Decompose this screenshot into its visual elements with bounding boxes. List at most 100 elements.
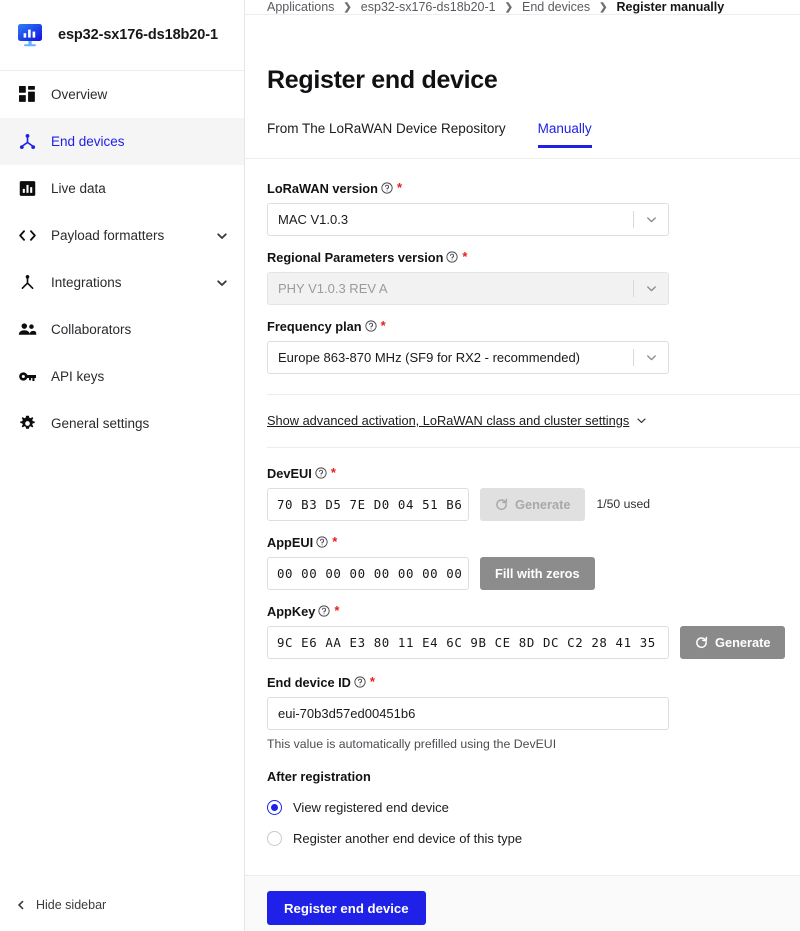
field-label: LoRaWAN version * (267, 181, 800, 196)
question-circle-icon[interactable] (316, 536, 328, 548)
sidebar-item-label: Live data (51, 181, 106, 196)
dev-eui-generate-label: Generate (515, 496, 571, 512)
sidebar-item-end-devices[interactable]: End devices (0, 118, 244, 165)
sidebar-item-label: End devices (51, 134, 125, 149)
question-circle-icon[interactable] (354, 676, 366, 688)
lorawan-version-select[interactable]: MAC V1.0.3 (267, 202, 669, 236)
radio-label: Register another end device of this type (293, 831, 523, 847)
app-key-value: 9C E6 AA E3 80 11 E4 6C 9B CE 8D DC C2 2… (277, 634, 656, 650)
radio-register-another-end-device[interactable]: Register another end device of this type (267, 826, 800, 852)
field-after-registration: After registration View registered end d… (267, 769, 800, 852)
app-key-input[interactable]: 9C E6 AA E3 80 11 E4 6C 9B CE 8D DC C2 2… (267, 625, 669, 659)
end-device-id-value: eui-70b3d57ed00451b6 (278, 705, 416, 721)
tab-bar: From The LoRaWAN Device Repository Manua… (245, 121, 800, 159)
dev-eui-input[interactable]: 70 B3 D5 7E D0 04 51 B6 (267, 487, 469, 521)
tab-label: Manually (537, 120, 592, 136)
breadcrumb-item-end-devices[interactable]: End devices (522, 0, 590, 14)
sidebar-item-label: API keys (51, 369, 105, 384)
sidebar-item-label: Integrations (51, 275, 122, 290)
app-name: esp32-sx176-ds18b20-1 (58, 27, 218, 43)
sidebar-item-api-keys[interactable]: API keys (0, 353, 244, 400)
sidebar-item-label: General settings (51, 416, 150, 431)
question-circle-icon[interactable] (318, 605, 330, 617)
chevron-down-icon (634, 204, 668, 235)
field-regional-parameters-version: Regional Parameters version * PHY V1.0.3… (267, 250, 800, 305)
app-eui-fill-label: Fill with zeros (495, 565, 580, 581)
field-label: Regional Parameters version * (267, 250, 800, 265)
app-eui-fill-with-zeros-button[interactable]: Fill with zeros (480, 556, 595, 590)
dashboard-grid-icon (18, 85, 37, 104)
question-circle-icon[interactable] (315, 467, 327, 479)
field-label: Frequency plan * (267, 319, 800, 334)
select-value: MAC V1.0.3 (278, 211, 349, 227)
app-key-row: 9C E6 AA E3 80 11 E4 6C 9B CE 8D DC C2 2… (267, 625, 800, 659)
sidebar-item-collaborators[interactable]: Collaborators (0, 306, 244, 353)
sidebar-item-integrations[interactable]: Integrations (0, 259, 244, 306)
sidebar-item-live-data[interactable]: Live data (0, 165, 244, 212)
question-circle-icon[interactable] (446, 251, 459, 263)
integrations-node-icon (18, 273, 37, 292)
select-value: Europe 863-870 MHz (SF9 for RX2 - recomm… (278, 349, 581, 365)
question-circle-icon[interactable] (364, 320, 377, 332)
frequency-plan-select[interactable]: Europe 863-870 MHz (SF9 for RX2 - recomm… (267, 340, 669, 374)
chevron-down-icon[interactable] (216, 230, 228, 242)
key-icon (18, 367, 37, 386)
dev-eui-row: 70 B3 D5 7E D0 04 51 B6 Generate 1/50 us… (267, 487, 800, 521)
monitor-chart-icon (16, 21, 44, 49)
sidebar-item-overview[interactable]: Overview (0, 71, 244, 118)
submit-bar: Register end device (245, 874, 800, 931)
gear-icon (18, 414, 37, 433)
chevron-left-icon (16, 900, 26, 910)
hide-sidebar-label: Hide sidebar (36, 898, 107, 912)
tab-device-repository[interactable]: From The LoRaWAN Device Repository (267, 121, 522, 147)
breadcrumb-item-applications[interactable]: Applications (267, 0, 334, 14)
tab-manually[interactable]: Manually (522, 120, 608, 148)
sidebar-item-general-settings[interactable]: General settings (0, 400, 244, 447)
page-title: Register end device (267, 65, 498, 94)
register-end-device-button[interactable]: Register end device (267, 891, 426, 926)
required-mark: * (462, 248, 468, 264)
app-root: esp32-sx176-ds18b20-1 Overview End devic… (0, 0, 800, 931)
refresh-icon (695, 636, 708, 649)
required-mark: * (334, 602, 340, 618)
field-dev-eui: DevEUI * 70 B3 D5 7E D0 04 51 B6 Generat… (267, 466, 800, 521)
page-body: Register end device From The LoRaWAN Dev… (245, 15, 800, 931)
label-text: End device ID (267, 674, 351, 690)
breadcrumb-item-application[interactable]: esp32-sx176-ds18b20-1 (361, 0, 496, 14)
app-eui-input[interactable]: 00 00 00 00 00 00 00 00 (267, 556, 469, 590)
breadcrumb-separator: ❯ (504, 1, 514, 13)
label-text: AppKey (267, 603, 316, 619)
sidebar-item-label: Collaborators (51, 322, 132, 337)
app-key-generate-button[interactable]: Generate (680, 625, 786, 659)
tab-label: From The LoRaWAN Device Repository (267, 120, 506, 136)
radio-indicator (267, 800, 282, 816)
chevron-down-icon[interactable] (216, 277, 228, 289)
select-value: PHY V1.0.3 REV A (278, 280, 388, 296)
hide-sidebar-button[interactable]: Hide sidebar (0, 879, 244, 931)
sidebar-header: esp32-sx176-ds18b20-1 (0, 0, 244, 71)
label-text: Frequency plan (267, 318, 362, 334)
field-label: AppKey * (267, 604, 800, 619)
dev-eui-used-counter: 1/50 used (596, 497, 651, 512)
chevron-down-icon (634, 342, 668, 373)
label-text: LoRaWAN version (267, 180, 378, 196)
main-content: Applications ❯ esp32-sx176-ds18b20-1 ❯ E… (245, 0, 800, 931)
device-node-icon (18, 132, 37, 151)
question-circle-icon[interactable] (381, 182, 393, 194)
breadcrumb-item-current: Register manually (616, 0, 725, 14)
field-lorawan-version: LoRaWAN version * MAC V1.0.3 (267, 181, 800, 236)
label-text: Regional Parameters version (267, 249, 444, 265)
sidebar: esp32-sx176-ds18b20-1 Overview End devic… (0, 0, 245, 931)
sidebar-item-payload-formatters[interactable]: Payload formatters (0, 212, 244, 259)
sidebar-item-label: Overview (51, 87, 108, 102)
field-end-device-id: End device ID * eui-70b3d57ed00451b6 Thi… (267, 675, 800, 751)
label-text: DevEUI (267, 465, 312, 481)
radio-indicator (267, 831, 282, 847)
dev-eui-generate-button: Generate (480, 487, 586, 521)
radio-view-registered-end-device[interactable]: View registered end device (267, 795, 800, 821)
advanced-toggle-label: Show advanced activation, LoRaWAN class … (267, 412, 630, 428)
field-frequency-plan: Frequency plan * Europe 863-870 MHz (SF9… (267, 319, 800, 374)
show-advanced-settings-toggle[interactable]: Show advanced activation, LoRaWAN class … (267, 413, 647, 428)
field-label: AppEUI * (267, 535, 800, 550)
end-device-id-input[interactable]: eui-70b3d57ed00451b6 (267, 696, 669, 730)
